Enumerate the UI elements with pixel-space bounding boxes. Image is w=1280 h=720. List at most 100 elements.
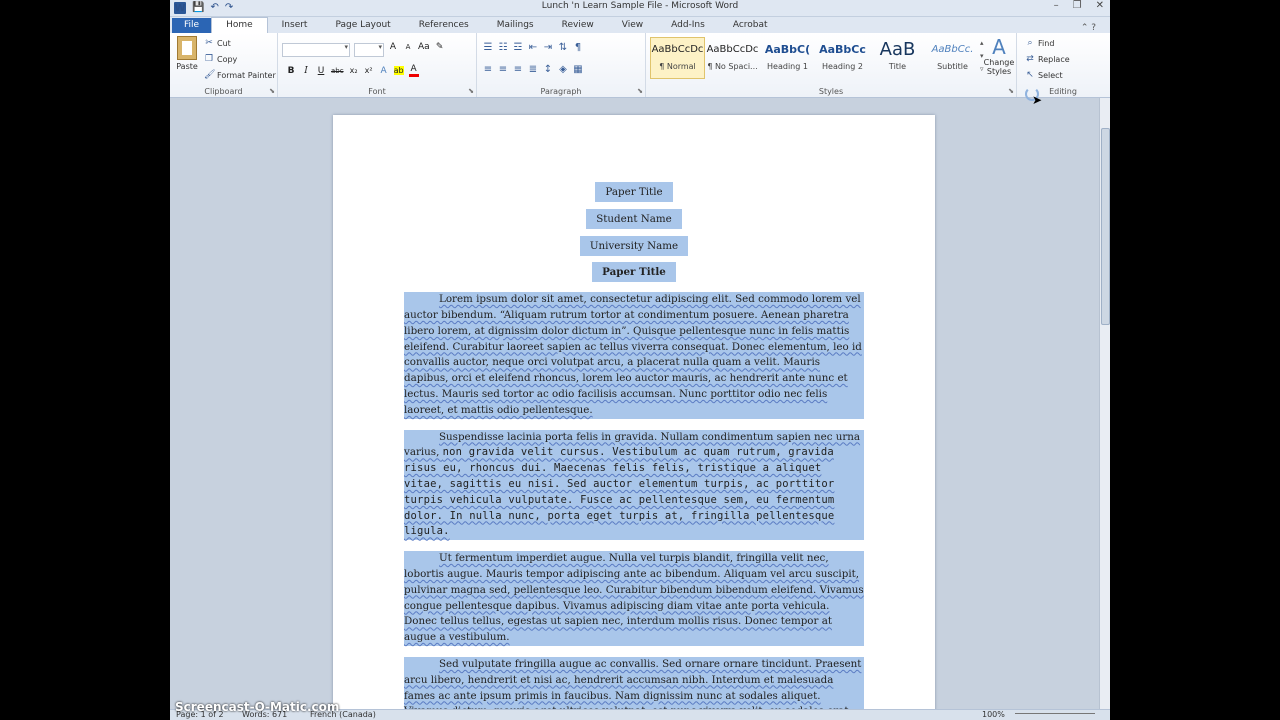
underline-button[interactable]: U bbox=[316, 66, 326, 76]
tab-mailings[interactable]: Mailings bbox=[483, 18, 548, 33]
paragraph-launcher-icon[interactable]: ⬊ bbox=[637, 87, 643, 95]
paragraph-group: ☰ ☷ ☲ ⇤ ⇥ ⇅ ¶ ≡ ≡ ≡ ≣ ↕ ◈ ▦ Paragraph ⬊ bbox=[477, 33, 646, 97]
minimize-button[interactable]: – bbox=[1054, 0, 1059, 11]
multilevel-list-icon[interactable]: ☲ bbox=[513, 42, 523, 53]
copy-button[interactable]: ❐ Copy bbox=[204, 54, 237, 64]
style-subtitle[interactable]: AaBbCc. Subtitle bbox=[925, 37, 980, 79]
clear-formatting-icon[interactable]: ✎ bbox=[435, 42, 445, 52]
font-color-button[interactable]: A bbox=[408, 64, 419, 77]
paragraph-3[interactable]: Ut fermentum imperdiet augue. Nulla vel … bbox=[404, 551, 864, 646]
change-styles-icon: A bbox=[992, 35, 1006, 59]
paper-title-text: Paper Title bbox=[595, 182, 673, 202]
text-effects-button[interactable]: A bbox=[379, 66, 389, 76]
numbering-icon[interactable]: ☷ bbox=[498, 42, 508, 53]
justify-icon[interactable]: ≣ bbox=[528, 64, 538, 75]
increase-indent-icon[interactable]: ⇥ bbox=[543, 42, 553, 53]
grow-font-button[interactable]: A bbox=[388, 42, 398, 52]
font-size-combo[interactable] bbox=[354, 43, 384, 57]
find-label: Find bbox=[1038, 38, 1055, 48]
clipboard-group: Paste ✂ Cut ❐ Copy 🖌 Format Painter Clipboa… bbox=[170, 33, 278, 97]
paste-button[interactable]: Paste bbox=[174, 36, 200, 71]
format-painter-button[interactable]: 🖌 Format Painter bbox=[204, 70, 276, 80]
style-heading-1[interactable]: AaBbC(Heading 1 bbox=[760, 37, 815, 79]
find-button[interactable]: ⌕ Find bbox=[1025, 38, 1054, 48]
align-left-icon[interactable]: ≡ bbox=[483, 64, 493, 75]
line-spacing-icon[interactable]: ↕ bbox=[543, 64, 553, 75]
change-styles-label: Change Styles bbox=[983, 58, 1015, 76]
select-label: Select bbox=[1038, 70, 1063, 80]
binoculars-icon: ⌕ bbox=[1027, 38, 1033, 48]
style-preview: AaBbCc bbox=[819, 43, 866, 56]
zoom-level[interactable]: 100% bbox=[982, 710, 1005, 719]
ribbon-minimize-help-icon[interactable]: ⌃ ? bbox=[1067, 23, 1110, 33]
decrease-indent-icon[interactable]: ⇤ bbox=[528, 42, 538, 53]
vertical-scrollbar[interactable] bbox=[1099, 98, 1110, 710]
paragraph-row-2: ≡ ≡ ≡ ≣ ↕ ◈ ▦ bbox=[483, 64, 583, 75]
document-page[interactable]: Paper Title Student Name University Name… bbox=[333, 115, 935, 720]
university-name[interactable]: University Name bbox=[404, 235, 864, 256]
tab-view[interactable]: View bbox=[608, 18, 657, 33]
tab-add-ins[interactable]: Add-Ins bbox=[657, 18, 719, 33]
tab-review[interactable]: Review bbox=[548, 18, 608, 33]
select-arrow-icon: ↖ bbox=[1026, 70, 1034, 80]
cut-button[interactable]: ✂ Cut bbox=[204, 38, 231, 48]
align-right-icon[interactable]: ≡ bbox=[513, 64, 523, 75]
select-button[interactable]: ↖ Select bbox=[1025, 70, 1063, 80]
highlight-button[interactable]: ab bbox=[393, 66, 404, 75]
styles-group-label: Styles bbox=[818, 87, 844, 96]
borders-icon[interactable]: ▦ bbox=[573, 64, 583, 75]
tab-insert[interactable]: Insert bbox=[268, 18, 322, 33]
shrink-font-button[interactable]: A bbox=[403, 43, 413, 51]
subscript-button[interactable]: x₂ bbox=[349, 66, 359, 75]
paper-title[interactable]: Paper Title bbox=[404, 182, 864, 202]
heading-paper-title[interactable]: Paper Title bbox=[404, 262, 864, 283]
style-normal[interactable]: AaBbCcDc ¶ Normal bbox=[650, 37, 705, 79]
shading-icon[interactable]: ◈ bbox=[558, 64, 568, 75]
change-case-button[interactable]: Aa bbox=[418, 42, 430, 52]
styles-launcher-icon[interactable]: ⬊ bbox=[1008, 87, 1014, 95]
clipboard-group-label: Clipboard bbox=[204, 87, 243, 96]
tab-acrobat[interactable]: Acrobat bbox=[719, 18, 782, 33]
tab-home[interactable]: Home bbox=[211, 17, 268, 33]
close-button[interactable]: ✕ bbox=[1096, 0, 1104, 11]
window-controls: – ❐ ✕ bbox=[1054, 0, 1104, 11]
change-styles-button[interactable]: A Change Styles bbox=[982, 36, 1016, 76]
tab-file[interactable]: File bbox=[172, 18, 212, 33]
replace-icon: ⇄ bbox=[1026, 54, 1034, 64]
italic-button[interactable]: I bbox=[301, 66, 311, 76]
tab-references[interactable]: References bbox=[405, 18, 483, 33]
bold-button[interactable]: B bbox=[286, 66, 296, 76]
paragraph-1[interactable]: Lorem ipsum dolor sit amet, consectetur … bbox=[404, 292, 864, 419]
scroll-thumb[interactable] bbox=[1101, 128, 1110, 325]
paragraph-2-mono: non gravida velit cursus. Vestibulum ac … bbox=[404, 446, 835, 538]
student-name[interactable]: Student Name bbox=[404, 208, 864, 229]
document-body[interactable]: Paper Title Student Name University Name… bbox=[404, 182, 864, 720]
clipboard-launcher-icon[interactable]: ⬊ bbox=[269, 87, 275, 95]
paragraph-2[interactable]: Suspendisse lacinia porta felis in gravi… bbox=[404, 429, 864, 541]
superscript-button[interactable]: x² bbox=[364, 66, 374, 75]
font-group-label: Font bbox=[368, 87, 386, 96]
brush-icon: 🖌 bbox=[204, 70, 216, 80]
style-heading-2[interactable]: AaBbCc Heading 2 bbox=[815, 37, 870, 79]
restore-button[interactable]: ❐ bbox=[1073, 0, 1082, 11]
style-preview: AaBbCcDc bbox=[651, 44, 704, 55]
font-name-combo[interactable] bbox=[282, 43, 350, 57]
word-window: W 💾 ↶ ↷ Lunch 'n Learn Sample File - Mic… bbox=[170, 0, 1110, 720]
style-title[interactable]: AaB Title bbox=[870, 37, 925, 79]
style-preview: AaBbCc. bbox=[931, 44, 974, 55]
paragraph-row-1: ☰ ☷ ☲ ⇤ ⇥ ⇅ ¶ bbox=[483, 42, 583, 53]
align-center-icon[interactable]: ≡ bbox=[498, 64, 508, 75]
replace-button[interactable]: ⇄ Replace bbox=[1025, 54, 1069, 64]
show-marks-icon[interactable]: ¶ bbox=[573, 42, 583, 53]
zoom-slider[interactable] bbox=[1015, 713, 1095, 718]
tab-page-layout[interactable]: Page Layout bbox=[321, 18, 404, 33]
bullets-icon[interactable]: ☰ bbox=[483, 42, 493, 53]
font-size-row: A A Aa ✎ bbox=[388, 42, 445, 52]
sort-icon[interactable]: ⇅ bbox=[558, 42, 568, 53]
copy-icon: ❐ bbox=[204, 54, 214, 64]
clipboard-icon bbox=[177, 36, 197, 60]
strikethrough-button[interactable]: abc bbox=[331, 67, 344, 75]
font-launcher-icon[interactable]: ⬊ bbox=[468, 87, 474, 95]
paste-label: Paste bbox=[176, 62, 198, 71]
style-no-spacing[interactable]: AaBbCcDc ¶ No Spaci... bbox=[705, 37, 760, 79]
